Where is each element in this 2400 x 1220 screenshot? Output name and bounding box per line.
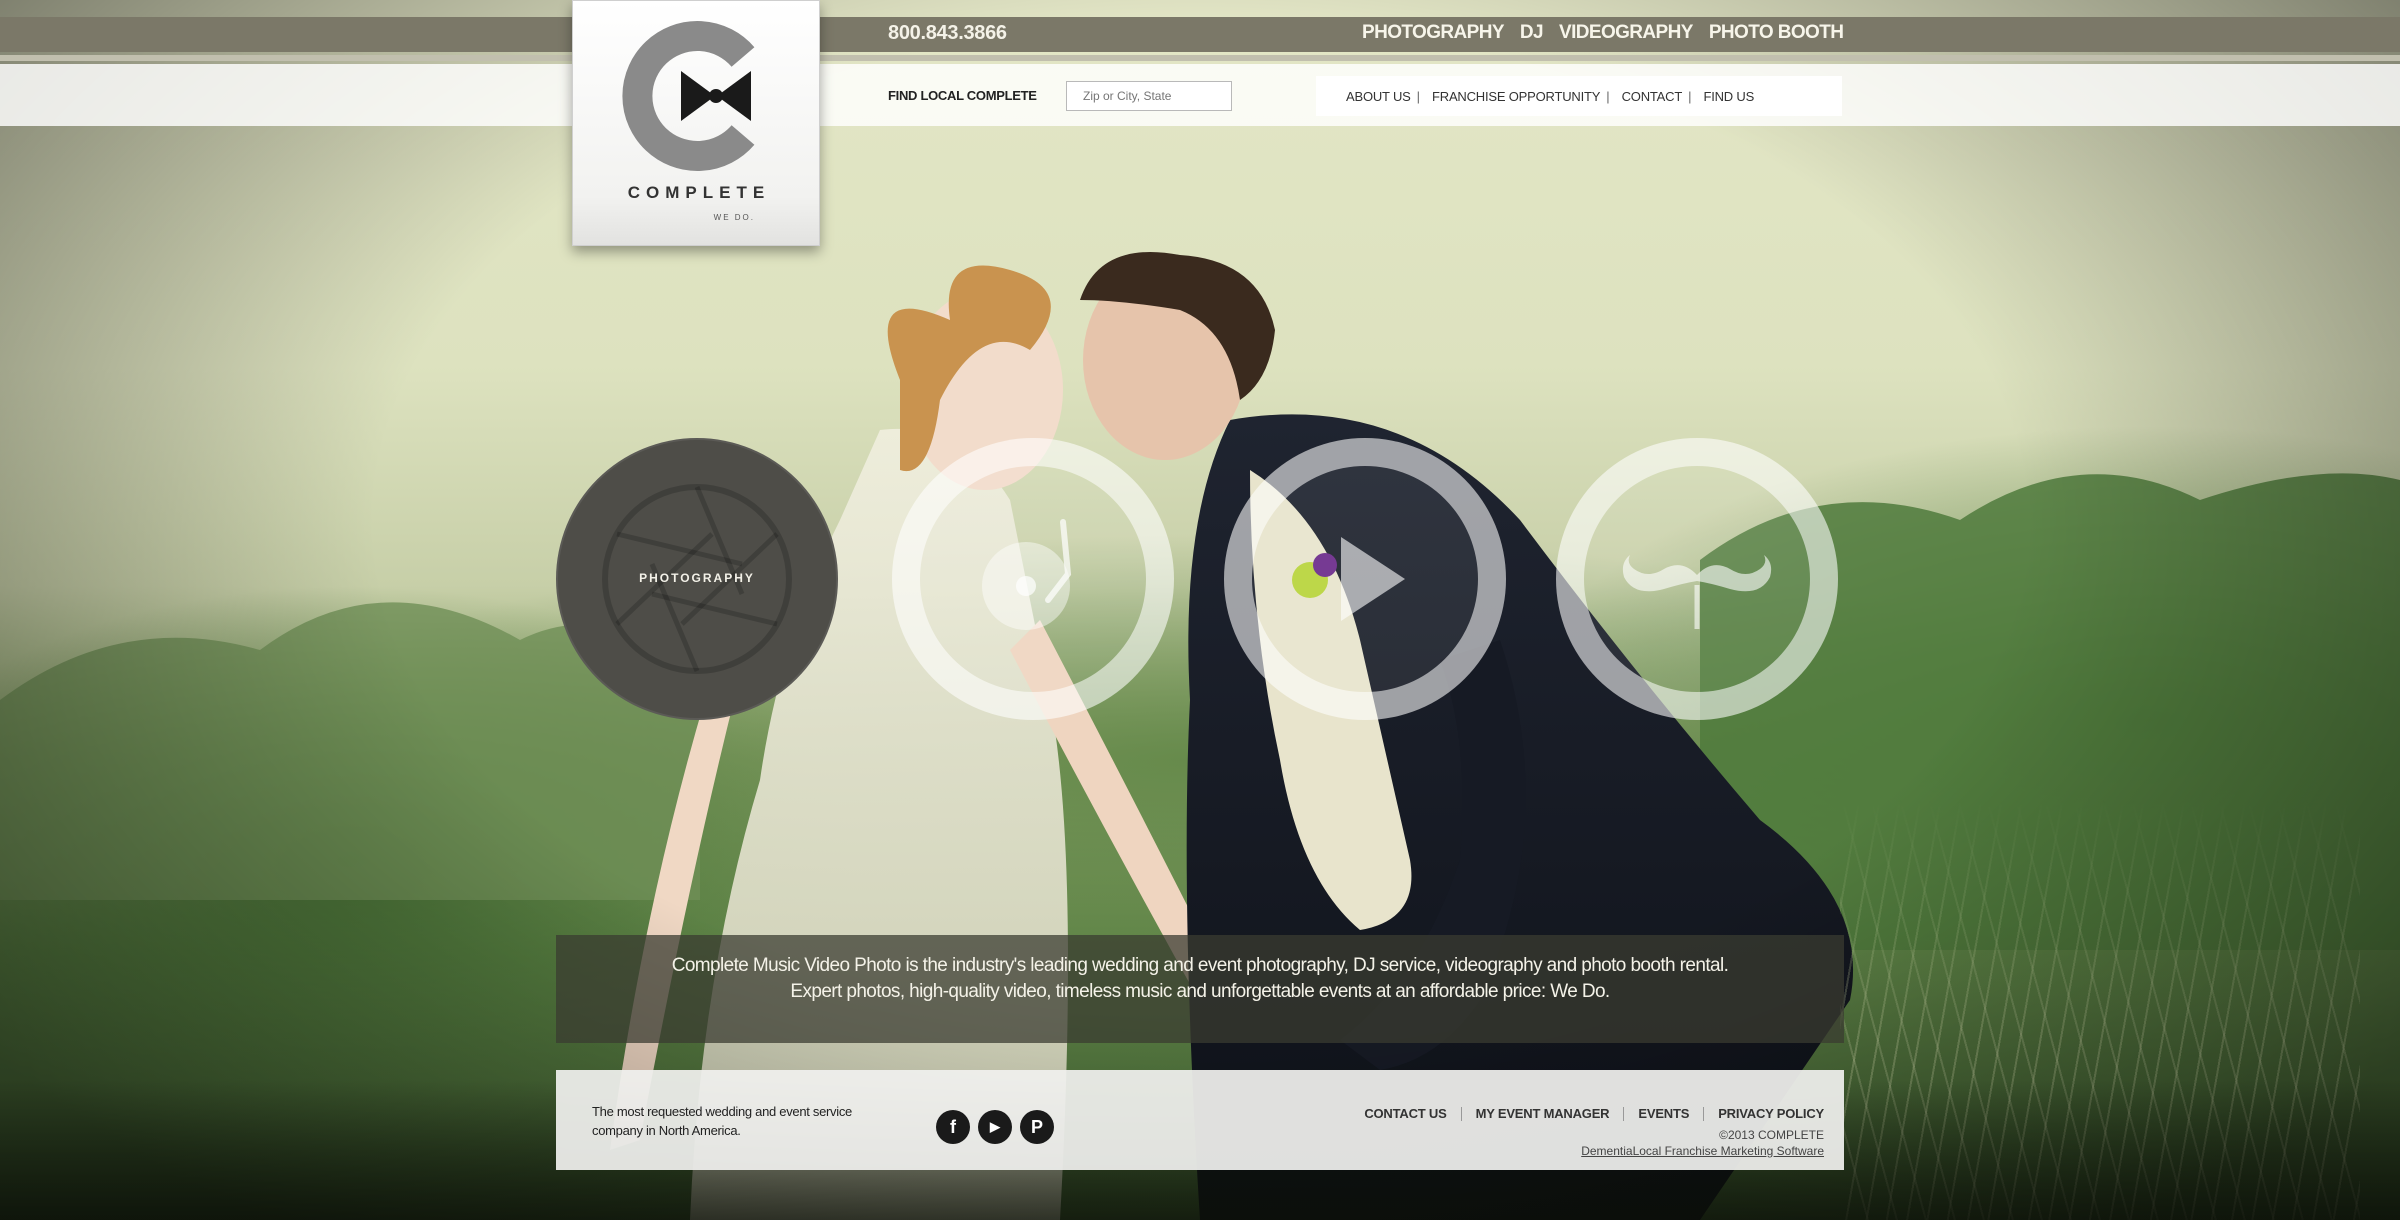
nav-separator: |	[1416, 88, 1421, 104]
secondary-nav: ABOUT US | FRANCHISE OPPORTUNITY | CONTACT…	[1316, 76, 1842, 116]
social-links: f ▶ P	[936, 1110, 1054, 1144]
play-icon	[1341, 537, 1405, 621]
footer-privacy-policy-link[interactable]: PRIVACY POLICY	[1718, 1106, 1824, 1121]
nav-about-us[interactable]: ABOUT US	[1346, 89, 1411, 104]
phone-number[interactable]: 800.843.3866	[888, 22, 1007, 45]
footer-credit-link[interactable]: DementiaLocal Franchise Marketing Softwa…	[1581, 1144, 1824, 1158]
mustache-icon	[1622, 555, 1772, 629]
service-photo-booth-button[interactable]	[1556, 438, 1838, 720]
top-nav-divider	[0, 55, 2400, 61]
service-photography-button[interactable]: PHOTOGRAPHY	[556, 438, 838, 720]
nav-find-us[interactable]: FIND US	[1703, 89, 1754, 104]
service-dj-button[interactable]	[892, 438, 1174, 720]
intro-panel: Complete Music Video Photo is the indust…	[556, 935, 1844, 1043]
nav-franchise-opportunity[interactable]: FRANCHISE OPPORTUNITY	[1432, 89, 1600, 104]
service-label: PHOTOGRAPHY	[639, 571, 755, 585]
copyright-text: ©2013 COMPLETE	[1719, 1128, 1824, 1142]
find-local-label: FIND LOCAL COMPLETE	[888, 88, 1037, 103]
nav-videography[interactable]: VIDEOGRAPHY	[1559, 22, 1693, 44]
top-nav-bar	[0, 17, 2400, 52]
facebook-icon[interactable]: f	[936, 1110, 970, 1144]
main-nav: PHOTOGRAPHY DJ VIDEOGRAPHY PHOTO BOOTH	[1362, 22, 1844, 44]
footer-separator	[1460, 1106, 1462, 1121]
nav-photo-booth[interactable]: PHOTO BOOTH	[1709, 22, 1844, 44]
footer-contact-us-link[interactable]: CONTACT US	[1364, 1106, 1446, 1121]
nav-dj[interactable]: DJ	[1520, 22, 1544, 44]
footer-separator	[1623, 1106, 1625, 1121]
nav-separator: |	[1688, 88, 1692, 104]
footer-tagline: The most requested wedding and event ser…	[592, 1104, 852, 1138]
intro-line-1: Complete Music Video Photo is the indust…	[671, 955, 1729, 976]
footer-my-event-manager-link[interactable]: MY EVENT MANAGER	[1476, 1106, 1610, 1121]
turntable-icon	[982, 519, 1072, 630]
logo-tagline: WE DO.	[713, 213, 755, 222]
nav-separator: |	[1606, 88, 1610, 104]
nav-contact[interactable]: CONTACT	[1622, 89, 1683, 104]
complete-logo[interactable]: COMPLETE WE DO.	[572, 0, 820, 246]
logo-mark-icon	[622, 21, 755, 171]
logo-brand-text: COMPLETE	[627, 183, 771, 202]
intro-line-2: Expert photos, high-quality video, timel…	[790, 981, 1610, 1002]
footer-events-link[interactable]: EVENTS	[1638, 1106, 1689, 1121]
zip-search-input[interactable]	[1066, 81, 1232, 111]
pinterest-icon[interactable]: P	[1020, 1110, 1054, 1144]
footer-separator	[1703, 1106, 1705, 1121]
youtube-icon[interactable]: ▶	[978, 1110, 1012, 1144]
footer-links: CONTACT US MY EVENT MANAGER EVENTS PRIVA…	[1364, 1106, 1824, 1121]
service-videography-button[interactable]	[1224, 438, 1506, 720]
nav-photography[interactable]: PHOTOGRAPHY	[1362, 22, 1505, 44]
footer: The most requested wedding and event ser…	[556, 1070, 1844, 1170]
